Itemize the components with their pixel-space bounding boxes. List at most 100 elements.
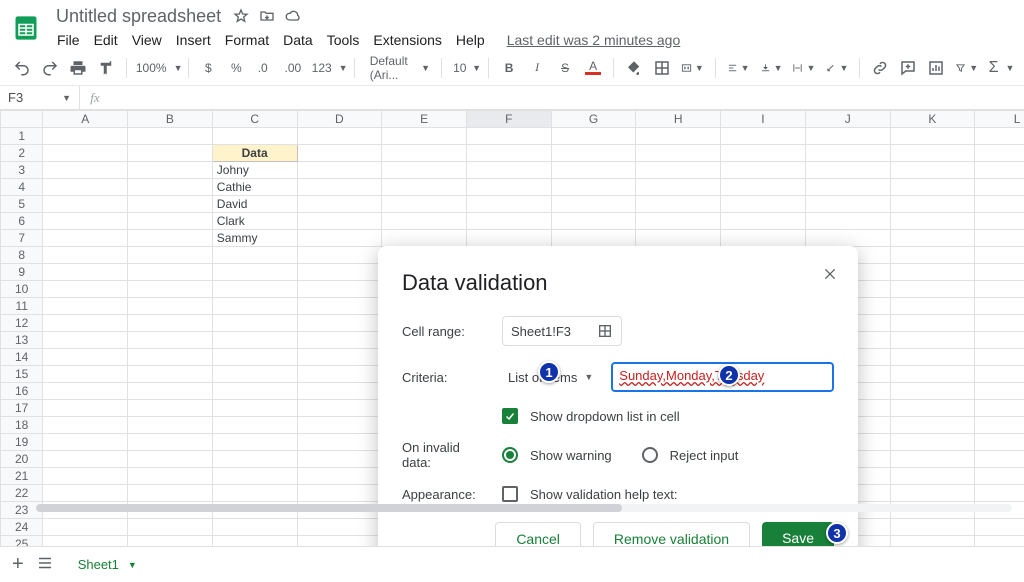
cell-E7[interactable] (382, 230, 467, 247)
paint-format-button[interactable] (94, 55, 118, 81)
cell-B16[interactable] (128, 383, 213, 400)
cell-B8[interactable] (128, 247, 213, 264)
cell-K10[interactable] (890, 281, 975, 298)
cell-L9[interactable] (975, 264, 1024, 281)
cell-E3[interactable] (382, 162, 467, 179)
currency-button[interactable]: $ (196, 55, 220, 81)
cell-A10[interactable] (43, 281, 128, 298)
cell-I6[interactable] (721, 213, 806, 230)
cell-A4[interactable] (43, 179, 128, 196)
cell-F2[interactable] (466, 145, 551, 162)
filter-button[interactable]: ▼ (952, 55, 981, 81)
col-header-G[interactable]: G (551, 111, 636, 128)
cell-L17[interactable] (975, 400, 1024, 417)
cell-B11[interactable] (128, 298, 213, 315)
cell-A7[interactable] (43, 230, 128, 247)
cell-I1[interactable] (721, 128, 806, 145)
cell-C16[interactable] (212, 383, 297, 400)
cell-D12[interactable] (297, 315, 382, 332)
cell-A16[interactable] (43, 383, 128, 400)
cell-K17[interactable] (890, 400, 975, 417)
cell-G6[interactable] (551, 213, 636, 230)
cell-D11[interactable] (297, 298, 382, 315)
cell-F6[interactable] (466, 213, 551, 230)
cell-C4[interactable]: Cathie (212, 179, 297, 196)
cell-D4[interactable] (297, 179, 382, 196)
cell-K6[interactable] (890, 213, 975, 230)
cell-C5[interactable]: David (212, 196, 297, 213)
col-header-A[interactable]: A (43, 111, 128, 128)
cell-L7[interactable] (975, 230, 1024, 247)
cell-L22[interactable] (975, 485, 1024, 502)
cell-A15[interactable] (43, 366, 128, 383)
cell-H1[interactable] (636, 128, 721, 145)
menu-tools[interactable]: Tools (322, 29, 365, 51)
cell-K11[interactable] (890, 298, 975, 315)
cell-D20[interactable] (297, 451, 382, 468)
cell-I3[interactable] (721, 162, 806, 179)
cell-L1[interactable] (975, 128, 1024, 145)
cell-B13[interactable] (128, 332, 213, 349)
row-header-10[interactable]: 10 (1, 281, 43, 298)
row-header-13[interactable]: 13 (1, 332, 43, 349)
cell-A5[interactable] (43, 196, 128, 213)
cell-B14[interactable] (128, 349, 213, 366)
cell-C1[interactable] (212, 128, 297, 145)
cell-L14[interactable] (975, 349, 1024, 366)
cell-A18[interactable] (43, 417, 128, 434)
menu-insert[interactable]: Insert (171, 29, 216, 51)
cell-K4[interactable] (890, 179, 975, 196)
cell-K19[interactable] (890, 434, 975, 451)
cell-L2[interactable] (975, 145, 1024, 162)
row-header-24[interactable]: 24 (1, 519, 43, 536)
row-header-11[interactable]: 11 (1, 298, 43, 315)
cell-C24[interactable] (212, 519, 297, 536)
cell-A22[interactable] (43, 485, 128, 502)
row-header-9[interactable]: 9 (1, 264, 43, 281)
col-header-D[interactable]: D (297, 111, 382, 128)
cell-range-input[interactable]: Sheet1!F3 (502, 316, 622, 346)
row-header-12[interactable]: 12 (1, 315, 43, 332)
menu-format[interactable]: Format (220, 29, 274, 51)
cell-C7[interactable]: Sammy (212, 230, 297, 247)
cell-K1[interactable] (890, 128, 975, 145)
cell-L5[interactable] (975, 196, 1024, 213)
col-header-H[interactable]: H (636, 111, 721, 128)
cell-K22[interactable] (890, 485, 975, 502)
print-button[interactable] (66, 55, 90, 81)
cell-D17[interactable] (297, 400, 382, 417)
cell-D16[interactable] (297, 383, 382, 400)
cell-B18[interactable] (128, 417, 213, 434)
rotate-button[interactable]: ▼ (822, 55, 851, 81)
row-header-4[interactable]: 4 (1, 179, 43, 196)
cell-L10[interactable] (975, 281, 1024, 298)
all-sheets-button[interactable] (36, 554, 54, 575)
cell-E2[interactable] (382, 145, 467, 162)
col-header-F[interactable]: F (466, 111, 551, 128)
cell-L3[interactable] (975, 162, 1024, 179)
increase-decimal-button[interactable]: .00 (280, 55, 305, 81)
cell-L13[interactable] (975, 332, 1024, 349)
cell-B22[interactable] (128, 485, 213, 502)
cell-D10[interactable] (297, 281, 382, 298)
cell-K16[interactable] (890, 383, 975, 400)
col-header-I[interactable]: I (721, 111, 806, 128)
cell-E4[interactable] (382, 179, 467, 196)
cell-H5[interactable] (636, 196, 721, 213)
cell-K21[interactable] (890, 468, 975, 485)
menu-help[interactable]: Help (451, 29, 490, 51)
cell-A12[interactable] (43, 315, 128, 332)
cell-E6[interactable] (382, 213, 467, 230)
cell-B17[interactable] (128, 400, 213, 417)
cell-D6[interactable] (297, 213, 382, 230)
cell-J7[interactable] (805, 230, 890, 247)
cell-B6[interactable] (128, 213, 213, 230)
cell-F7[interactable] (466, 230, 551, 247)
cell-B5[interactable] (128, 196, 213, 213)
cell-D22[interactable] (297, 485, 382, 502)
cell-B12[interactable] (128, 315, 213, 332)
cell-G2[interactable] (551, 145, 636, 162)
sheets-logo[interactable] (10, 8, 42, 48)
functions-button[interactable]: Σ▼ (985, 55, 1014, 81)
cell-J6[interactable] (805, 213, 890, 230)
